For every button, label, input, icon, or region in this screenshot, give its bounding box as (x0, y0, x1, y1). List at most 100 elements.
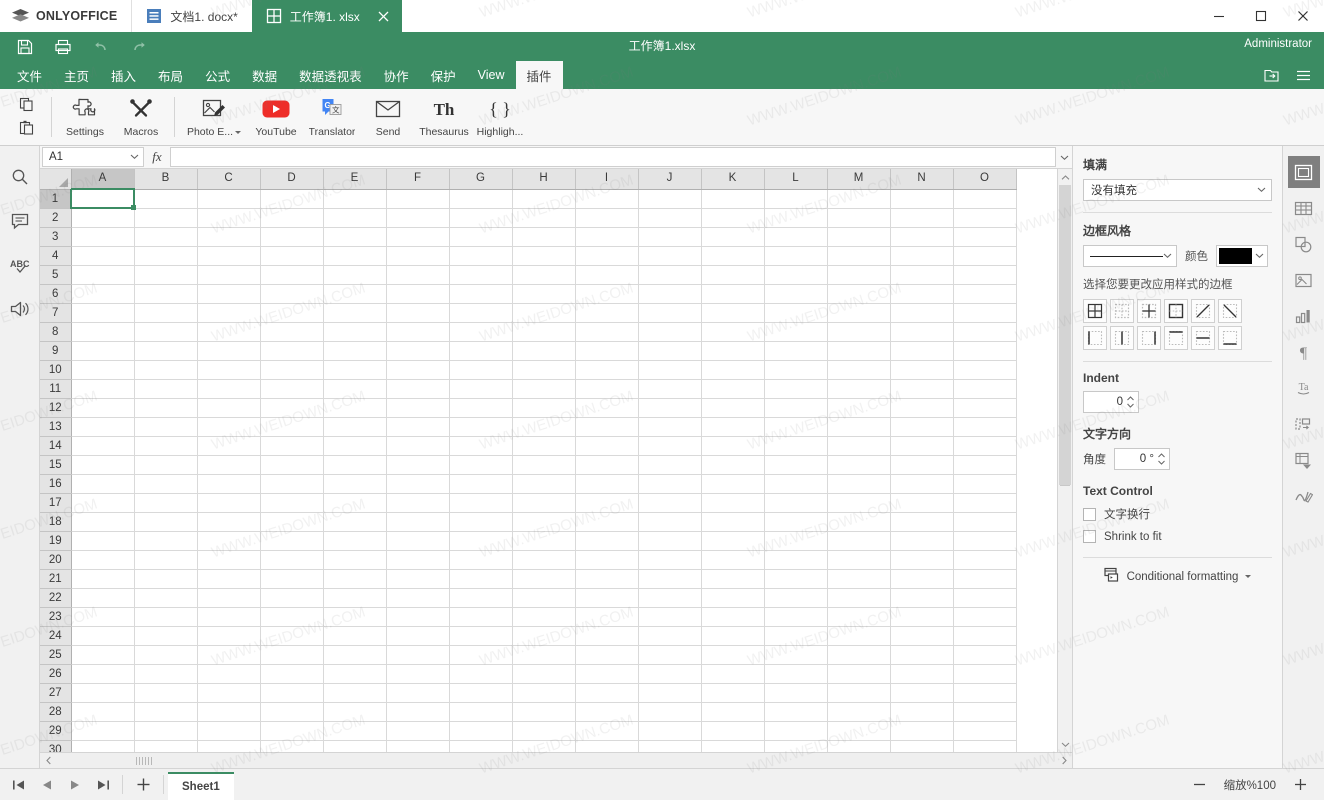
grid-cell[interactable] (134, 512, 198, 532)
grid-cell[interactable] (71, 322, 135, 342)
grid-cell[interactable] (449, 379, 513, 399)
grid-cell[interactable] (575, 227, 639, 247)
grid-cell[interactable] (827, 303, 891, 323)
grid-cell[interactable] (449, 436, 513, 456)
grid-cell[interactable] (890, 474, 954, 494)
column-header-L[interactable]: L (764, 169, 828, 190)
border-right-icon[interactable] (1137, 326, 1161, 350)
grid-cell[interactable] (953, 284, 1017, 304)
row-header-2[interactable]: 2 (40, 208, 72, 228)
grid-cell[interactable] (71, 303, 135, 323)
grid-cell[interactable] (449, 474, 513, 494)
grid-cell[interactable] (260, 550, 324, 570)
grid-cell[interactable] (71, 721, 135, 741)
grid-cell[interactable] (953, 303, 1017, 323)
grid-cell[interactable] (323, 740, 387, 752)
grid-cell[interactable] (260, 721, 324, 741)
grid-cell[interactable] (323, 645, 387, 665)
grid-cell[interactable] (575, 588, 639, 608)
grid-cell[interactable] (323, 341, 387, 361)
grid-cell[interactable] (701, 550, 765, 570)
grid-cell[interactable] (449, 227, 513, 247)
grid-cell[interactable] (575, 474, 639, 494)
grid-cell[interactable] (638, 208, 702, 228)
column-header-G[interactable]: G (449, 169, 513, 190)
grid-cell[interactable] (827, 569, 891, 589)
grid-cell[interactable] (197, 360, 261, 380)
grid-cell[interactable] (764, 569, 828, 589)
grid-cell[interactable] (260, 683, 324, 703)
grid-cell[interactable] (890, 569, 954, 589)
grid-cell[interactable] (386, 284, 450, 304)
grid-cell[interactable] (449, 322, 513, 342)
grid-cell[interactable] (638, 341, 702, 361)
grid-cell[interactable] (890, 303, 954, 323)
grid-cell[interactable] (953, 417, 1017, 437)
grid-cell[interactable] (638, 740, 702, 752)
grid-cell[interactable] (512, 493, 576, 513)
grid-cell[interactable] (386, 683, 450, 703)
row-header-26[interactable]: 26 (40, 664, 72, 684)
slicer-settings-icon[interactable] (1288, 408, 1320, 440)
grid-cell[interactable] (890, 455, 954, 475)
grid-cell[interactable] (449, 550, 513, 570)
menu-item-data[interactable]: 数据 (241, 61, 288, 89)
grid-cell[interactable] (638, 227, 702, 247)
grid-cell[interactable] (197, 398, 261, 418)
grid-cell[interactable] (701, 455, 765, 475)
grid-cell[interactable] (575, 341, 639, 361)
spinner-arrows[interactable] (1157, 453, 1167, 465)
grid-cell[interactable] (386, 626, 450, 646)
open-file-location-icon[interactable] (1256, 62, 1286, 88)
grid-cell[interactable] (638, 189, 702, 209)
grid-cell[interactable] (71, 360, 135, 380)
grid-cell[interactable] (197, 265, 261, 285)
menu-item-pivot-table[interactable]: 数据透视表 (288, 61, 373, 89)
grid-cell[interactable] (638, 721, 702, 741)
grid-cell[interactable] (71, 702, 135, 722)
grid-cell[interactable] (323, 683, 387, 703)
grid-cell[interactable] (575, 740, 639, 752)
grid-cell[interactable] (323, 721, 387, 741)
comment-icon[interactable] (6, 208, 34, 234)
table-settings-icon[interactable] (1288, 192, 1320, 224)
grid-cell[interactable] (827, 322, 891, 342)
grid-cell[interactable] (638, 702, 702, 722)
grid-cell[interactable] (638, 607, 702, 627)
grid-cell[interactable] (575, 417, 639, 437)
grid-cell[interactable] (197, 436, 261, 456)
grid-cell[interactable] (134, 607, 198, 627)
grid-cell[interactable] (701, 702, 765, 722)
grid-cell[interactable] (953, 322, 1017, 342)
grid-cell[interactable] (701, 265, 765, 285)
grid-cell[interactable] (575, 265, 639, 285)
grid-cell[interactable] (134, 398, 198, 418)
grid-cell[interactable] (260, 569, 324, 589)
grid-cell[interactable] (575, 512, 639, 532)
grid-cell[interactable] (638, 626, 702, 646)
grid-cell[interactable] (890, 417, 954, 437)
grid-cell[interactable] (953, 721, 1017, 741)
grid-cell[interactable] (197, 683, 261, 703)
grid-cell[interactable] (197, 664, 261, 684)
grid-cell[interactable] (638, 322, 702, 342)
row-header-10[interactable]: 10 (40, 360, 72, 380)
grid-cell[interactable] (512, 341, 576, 361)
grid-cell[interactable] (701, 398, 765, 418)
grid-cell[interactable] (827, 740, 891, 752)
grid-cell[interactable] (701, 683, 765, 703)
grid-cell[interactable] (827, 512, 891, 532)
grid-cell[interactable] (575, 721, 639, 741)
grid-cell[interactable] (512, 550, 576, 570)
grid-cell[interactable] (386, 379, 450, 399)
grid-cell[interactable] (323, 569, 387, 589)
row-header-21[interactable]: 21 (40, 569, 72, 589)
grid-cell[interactable] (890, 341, 954, 361)
menu-item-plugins[interactable]: 插件 (515, 61, 563, 89)
grid-cell[interactable] (701, 379, 765, 399)
grid-cell[interactable] (197, 607, 261, 627)
grid-cell[interactable] (260, 493, 324, 513)
grid-cell[interactable] (827, 588, 891, 608)
grid-cell[interactable] (827, 398, 891, 418)
grid-cell[interactable] (71, 569, 135, 589)
